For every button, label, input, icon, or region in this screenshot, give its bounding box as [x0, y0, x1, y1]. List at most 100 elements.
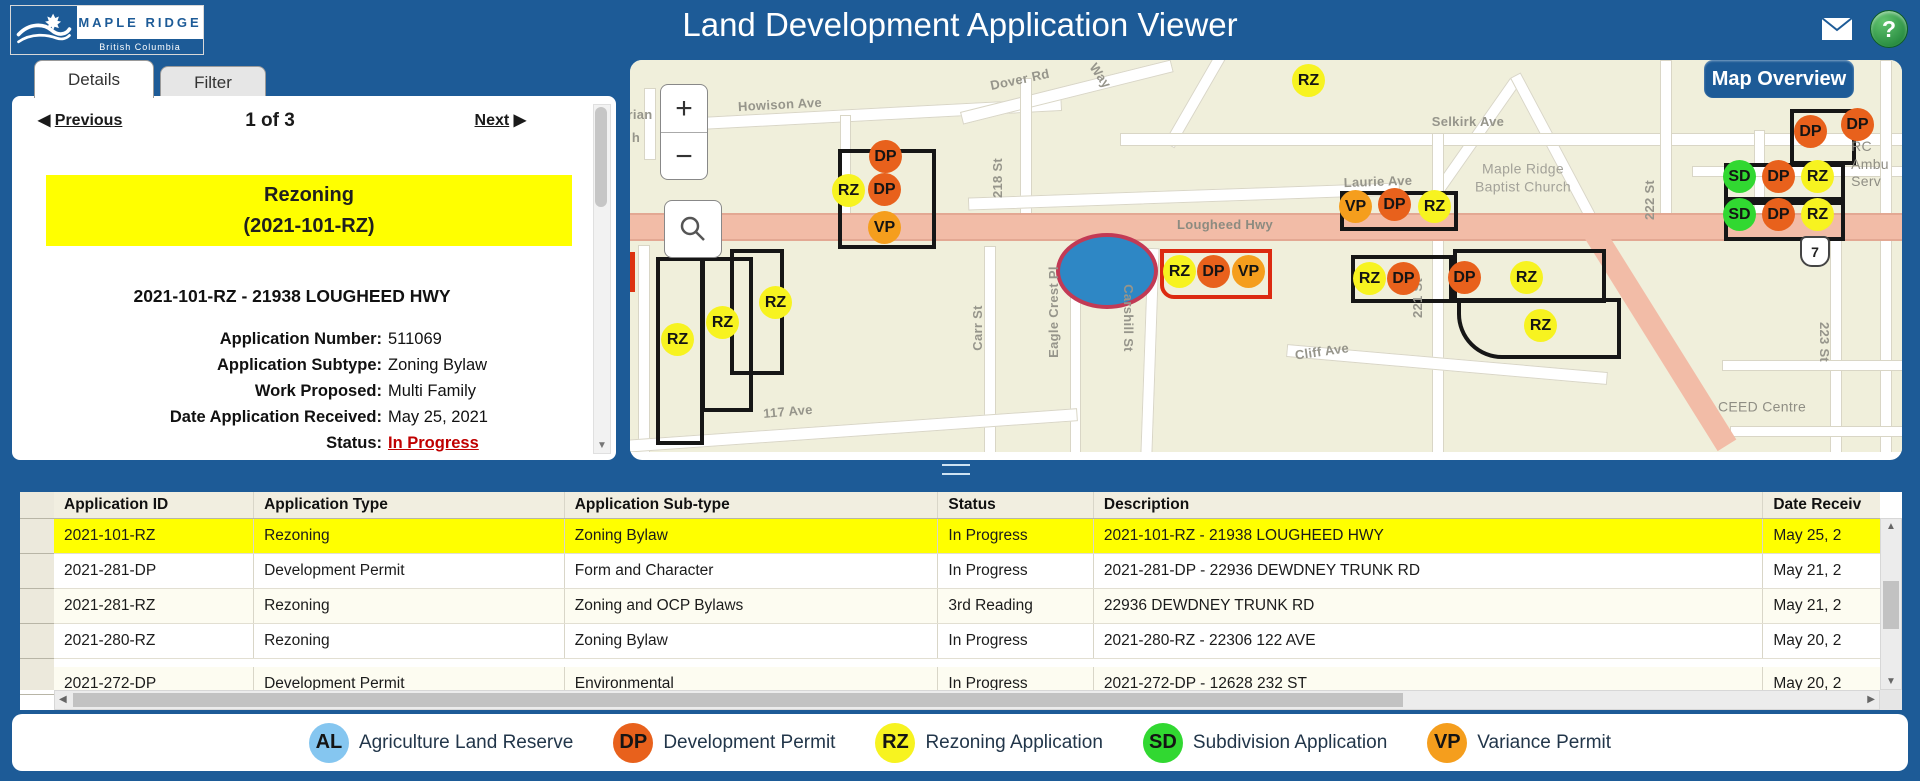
page-title: Land Development Application Viewer	[0, 6, 1920, 44]
col-header-application-subtype[interactable]: Application Sub-type	[565, 492, 939, 518]
row-handle[interactable]	[20, 554, 54, 589]
legend-item-dp: DP Development Permit	[613, 723, 835, 763]
street-label: 223 St	[1816, 322, 1832, 362]
map-marker-dp[interactable]: DP	[1197, 255, 1230, 288]
scroll-up-icon[interactable]: ▲	[1881, 521, 1901, 532]
next-arrow-icon: ▶	[514, 112, 526, 129]
street-label: Eagle Crest Pl	[1046, 266, 1062, 358]
map-marker-dp[interactable]: DP	[1794, 115, 1827, 148]
applications-table: Application ID Application Type Applicat…	[20, 492, 1902, 710]
map-marker-dp[interactable]: DP	[1762, 160, 1795, 193]
tab-details[interactable]: Details	[34, 60, 154, 98]
application-fields: Application Number:511069 Application Su…	[12, 326, 572, 456]
map-marker-rz[interactable]: RZ	[1801, 198, 1834, 231]
legend-item-rz: RZ Rezoning Application	[875, 723, 1102, 763]
table-row[interactable]: 2021-281-RZ Rezoning Zoning and OCP Byla…	[54, 589, 1880, 624]
panel-scrollbar-thumb[interactable]	[595, 107, 607, 207]
map-marker-dp[interactable]: DP	[1841, 108, 1874, 141]
row-handle[interactable]	[20, 624, 54, 659]
status-link[interactable]: In Progress	[388, 430, 479, 456]
scroll-left-icon[interactable]: ◀	[59, 694, 67, 705]
table-row[interactable]: 2021-281-DP Development Permit Form and …	[54, 554, 1880, 589]
scroll-down-icon[interactable]: ▼	[1881, 676, 1901, 687]
selected-application-banner: Rezoning (2021-101-RZ)	[46, 175, 572, 246]
map-marker-vp[interactable]: VP	[1232, 255, 1265, 288]
road	[1510, 72, 1601, 230]
map-marker-rz[interactable]: RZ	[1163, 255, 1196, 288]
field-label: Application Number:	[12, 326, 382, 352]
legend-item-sd: SD Subdivision Application	[1143, 723, 1387, 763]
zoom-in-button[interactable]: +	[661, 85, 707, 133]
legend-item-vp: VP Variance Permit	[1427, 723, 1611, 763]
horizontal-scrollbar-thumb[interactable]	[73, 693, 1403, 707]
map-search-button[interactable]	[664, 200, 722, 258]
table-header-row: Application ID Application Type Applicat…	[54, 492, 1880, 519]
row-handle[interactable]	[20, 519, 54, 554]
row-handle[interactable]	[20, 659, 54, 695]
field-label: Work Proposed:	[12, 378, 382, 404]
vertical-scrollbar-thumb[interactable]	[1883, 581, 1899, 629]
table-vertical-scrollbar[interactable]: ▲ ▼	[1880, 518, 1902, 690]
map-marker-dp[interactable]: DP	[868, 173, 901, 206]
scroll-down-icon[interactable]: ▼	[594, 440, 610, 451]
field-label: Date Application Received:	[12, 404, 382, 430]
street-label: Carr St	[970, 305, 986, 350]
sd-marker-icon: SD	[1143, 723, 1183, 763]
table-horizontal-scrollbar[interactable]: ◀ ▶	[54, 690, 1880, 710]
map-marker-rz[interactable]: RZ	[661, 323, 694, 356]
table-row[interactable]: 2021-280-RZ Rezoning Zoning Bylaw In Pro…	[54, 624, 1880, 659]
map-marker-dp[interactable]: DP	[1378, 188, 1411, 221]
next-link[interactable]: Next ▶	[475, 110, 526, 130]
map-marker-vp[interactable]: VP	[1339, 190, 1372, 223]
col-header-status[interactable]: Status	[938, 492, 1093, 518]
map-marker-rz[interactable]: RZ	[1801, 160, 1834, 193]
map-marker-dp[interactable]: DP	[1448, 261, 1481, 294]
table-row[interactable]: 2021-101-RZ Rezoning Zoning Bylaw In Pro…	[54, 519, 1880, 554]
map-canvas[interactable]: Howison Ave Dover Rd Way 218 St Laurie A…	[630, 60, 1902, 452]
col-header-date-received[interactable]: Date Receiv	[1763, 492, 1880, 518]
field-label: Status:	[12, 430, 382, 456]
al-marker-icon: AL	[309, 723, 349, 763]
map-marker-rz[interactable]: RZ	[706, 306, 739, 339]
clipped-red-feature	[630, 252, 635, 292]
row-handle[interactable]	[20, 589, 54, 624]
poi-label: RC Ambu Serv	[1851, 138, 1889, 191]
zoom-out-button[interactable]: −	[661, 133, 707, 180]
table-row[interactable]: 2021-272-DP Development Permit Environme…	[54, 667, 1880, 690]
panel-scrollbar[interactable]: ▼	[593, 104, 611, 454]
selected-feature-highlight	[1056, 233, 1158, 309]
street-label: Laurie Ave	[1343, 173, 1412, 192]
road	[638, 245, 650, 452]
field-value: Zoning Bylaw	[388, 352, 487, 378]
road	[1880, 60, 1892, 452]
map-marker-rz[interactable]: RZ	[832, 174, 865, 207]
map-legend: AL Agriculture Land Reserve DP Developme…	[12, 714, 1908, 771]
panel-splitter-handle[interactable]	[942, 464, 970, 475]
col-header-description[interactable]: Description	[1094, 492, 1763, 518]
street-label: 222 St	[1642, 180, 1658, 220]
map-marker-rz[interactable]: RZ	[1524, 309, 1557, 342]
map-marker-rz[interactable]: RZ	[1292, 64, 1325, 97]
col-header-application-type[interactable]: Application Type	[254, 492, 565, 518]
street-label: Carshill St	[1120, 284, 1136, 352]
map-marker-dp[interactable]: DP	[869, 140, 902, 173]
map-overview-button[interactable]: Map Overview	[1704, 60, 1854, 98]
field-value: May 25, 2021	[388, 404, 488, 430]
map-marker-rz[interactable]: RZ	[759, 286, 792, 319]
scrollbar-corner	[1880, 690, 1902, 710]
mail-icon[interactable]	[1818, 15, 1856, 43]
map-marker-dp[interactable]: DP	[1762, 198, 1795, 231]
scroll-right-icon[interactable]: ▶	[1867, 694, 1875, 705]
map-marker-rz[interactable]: RZ	[1353, 262, 1386, 295]
map-marker-dp[interactable]: DP	[1387, 262, 1420, 295]
map-marker-rz[interactable]: RZ	[1510, 261, 1543, 294]
map-marker-vp[interactable]: VP	[868, 211, 901, 244]
col-header-application-id[interactable]: Application ID	[54, 492, 254, 518]
app-header: MAPLE RIDGE British Columbia Land Develo…	[0, 0, 1920, 56]
map-marker-sd[interactable]: SD	[1723, 160, 1756, 193]
help-icon[interactable]: ?	[1870, 10, 1908, 48]
tab-filter[interactable]: Filter	[160, 66, 266, 98]
map-marker-sd[interactable]: SD	[1723, 198, 1756, 231]
map-marker-rz[interactable]: RZ	[1418, 190, 1451, 223]
clipped-label: h	[632, 130, 640, 146]
